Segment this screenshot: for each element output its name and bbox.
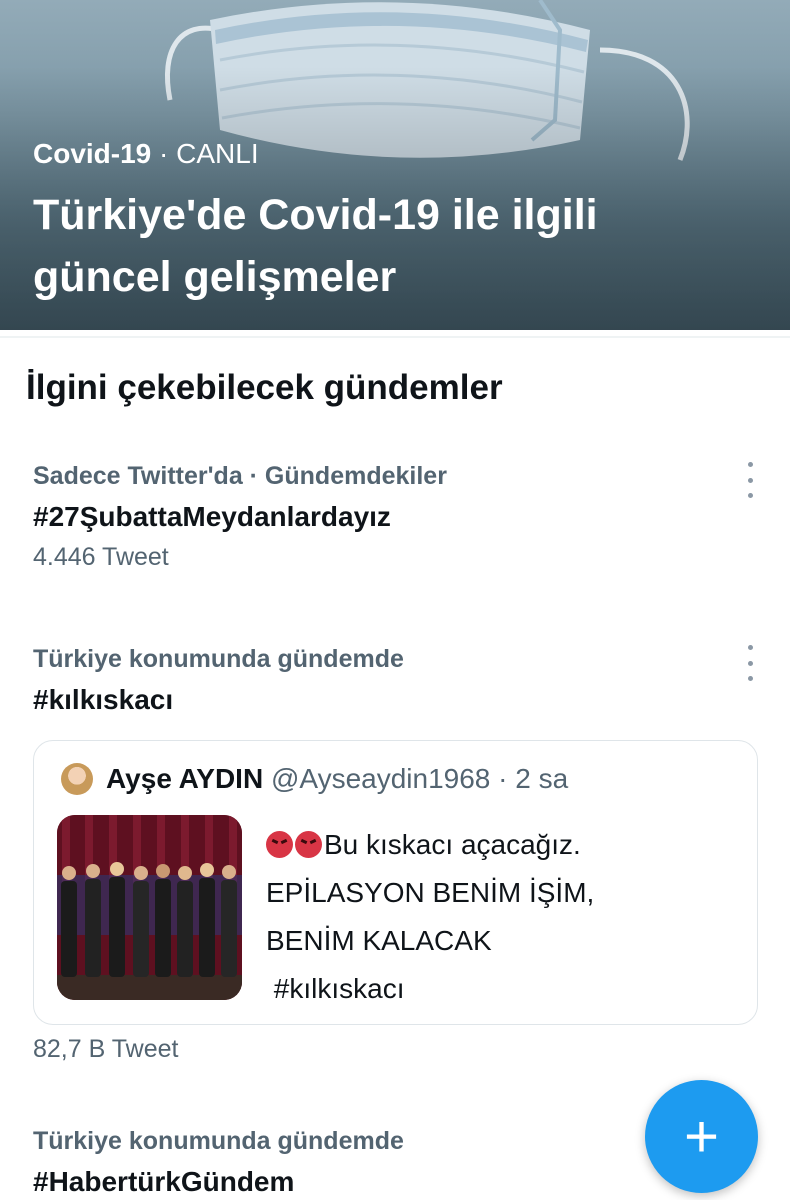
trend-count-row: 82,7 B Tweet — [33, 1035, 753, 1064]
hero-title[interactable]: Türkiye'de Covid-19 ile ilgili güncel ge… — [33, 184, 733, 308]
tweet-text: Bu kıskacı açacağız. EPİLASYON BENİM İŞİ… — [266, 821, 736, 1013]
tweet-line: Bu kıskacı açacağız. — [324, 829, 581, 860]
avatar[interactable] — [61, 763, 93, 795]
hero-live-status: CANLI — [176, 138, 259, 169]
trend-context: Sadece Twitter'da · Gündemdekiler — [33, 462, 447, 490]
display-name: Ayşe AYDIN — [106, 763, 264, 794]
embedded-tweet-card[interactable]: Ayşe AYDIN @Ayseaydin1968 · 2 sa Bu kısk… — [33, 740, 758, 1025]
more-options-icon[interactable] — [740, 645, 760, 681]
hero-separator: · — [159, 138, 169, 169]
section-title: İlgini çekebilecek gündemler — [26, 368, 503, 407]
compose-tweet-button[interactable]: + — [645, 1080, 758, 1193]
tweet-line: EPİLASYON BENİM İŞİM, — [266, 877, 595, 908]
trend-context: Türkiye konumunda gündemde — [33, 645, 404, 673]
tweet-line: BENİM KALACAK — [266, 925, 492, 956]
trend-name: #27ŞubattaMeydanlardayız — [33, 501, 391, 532]
more-options-icon[interactable] — [740, 462, 760, 498]
angry-face-icon — [266, 831, 293, 858]
trend-name: #kılkıskacı — [33, 684, 174, 715]
hero-meta: Covid-19 · CANLI — [33, 138, 259, 170]
trend-tweet-count: 4.446 Tweet — [33, 543, 169, 571]
trend-tweet-count: 82,7 B Tweet — [33, 1035, 179, 1063]
angry-face-icon — [295, 831, 322, 858]
trend-item[interactable]: Sadece Twitter'da · Gündemdekiler #27Şub… — [33, 462, 753, 572]
tweet-hashtag[interactable]: #kılkıskacı — [266, 965, 736, 1013]
trend-item[interactable]: Türkiye konumunda gündemde #kılkıskacı — [33, 645, 753, 716]
tweet-media-thumbnail[interactable] — [57, 815, 242, 1000]
divider — [0, 336, 790, 338]
tweet-author: Ayşe AYDIN @Ayseaydin1968 · 2 sa — [106, 763, 568, 795]
tweet-time: 2 sa — [515, 763, 569, 794]
username: @Ayseaydin1968 — [270, 763, 491, 794]
plus-icon: + — [683, 1103, 720, 1170]
hero-category: Covid-19 — [33, 138, 152, 169]
group-photo-image — [57, 815, 242, 1000]
trend-name: #HabertürkGündem — [33, 1166, 295, 1197]
tweet-separator: · — [498, 763, 508, 794]
trend-hero-banner[interactable]: Covid-19 · CANLI Türkiye'de Covid-19 ile… — [0, 0, 790, 330]
